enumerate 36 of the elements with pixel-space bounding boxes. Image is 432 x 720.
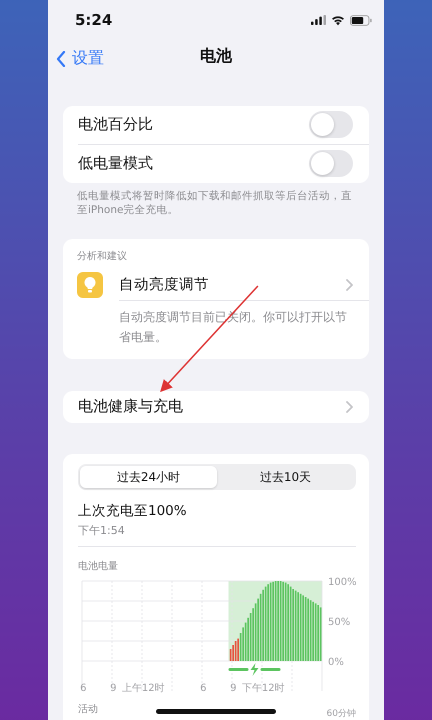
footnote: 低电量模式将暂时降低如下载和邮件抓取等后台活动，直至iPhone完全充电。 <box>76 188 353 217</box>
x-axis-label: 9 <box>110 683 116 694</box>
last-charge-title: 上次充电至100% <box>78 502 188 520</box>
x-axis-label: 6 <box>80 683 86 694</box>
setting-label: 电池百分比 <box>78 115 153 134</box>
activity-title: 活动 <box>78 703 98 716</box>
chevron-icon <box>346 278 353 291</box>
back-button[interactable]: 设置 <box>56 48 104 69</box>
section-header: 分析和建议 <box>76 250 128 263</box>
charging-indicator <box>228 663 280 676</box>
toggle-switch[interactable] <box>309 150 353 178</box>
page-title: 电池 <box>200 46 232 68</box>
chart-title: 电池电量 <box>78 560 119 573</box>
time-range-tab[interactable]: 过去10天 <box>217 466 354 488</box>
insight-title[interactable]: 自动亮度调节 <box>119 275 209 294</box>
x-axis-label: 6 <box>200 683 206 694</box>
battery-health-row[interactable]: 电池健康与充电 <box>63 390 369 423</box>
x-axis-label: 上午12时 <box>122 683 165 694</box>
y-axis-label: 50% <box>328 617 350 628</box>
back-chevron-icon <box>56 50 66 66</box>
chevron-icon <box>346 400 353 413</box>
lightbulb-icon <box>77 272 103 298</box>
x-axis-label: 9 <box>230 683 236 694</box>
y-axis-label: 0% <box>328 657 344 668</box>
battery-icon <box>350 14 372 26</box>
y-axis-label: 100% <box>328 577 357 588</box>
setting-label: 低电量模式 <box>78 154 153 174</box>
status-time: 5:24 <box>75 11 112 29</box>
y-axis-label: 60分钟 <box>326 708 356 720</box>
time-range-tab[interactable]: 过去24小时 <box>80 466 217 488</box>
wifi-icon <box>331 14 345 26</box>
signal-icon <box>311 15 326 25</box>
x-axis-label: 下午12时 <box>242 683 285 694</box>
battery-health-label: 电池健康与充电 <box>78 397 183 416</box>
last-charge-time: 下午1:54 <box>78 523 126 538</box>
toggle-switch[interactable] <box>309 111 353 138</box>
